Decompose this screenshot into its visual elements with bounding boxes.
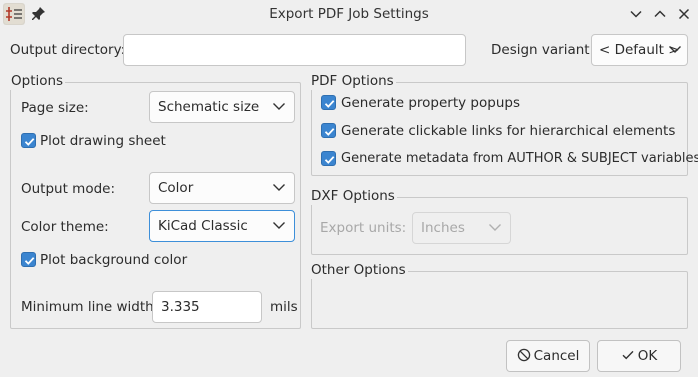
other-options-group	[311, 271, 688, 329]
output-mode-label: Output mode:	[21, 181, 116, 197]
export-units-select[interactable]: Inches	[412, 212, 511, 244]
chevron-down-icon	[273, 222, 285, 229]
export-units-label: Export units:	[320, 220, 407, 236]
property-popups-label[interactable]: Generate property popups	[341, 94, 520, 112]
chevron-down-icon[interactable]	[627, 5, 645, 23]
design-variant-label: Design variant:	[491, 42, 595, 58]
cancel-button[interactable]: Cancel	[506, 340, 590, 372]
export-units-value: Inches	[421, 220, 465, 236]
clickable-links-checkbox[interactable]	[321, 123, 336, 138]
output-directory-input[interactable]	[123, 34, 466, 66]
chevron-down-icon	[273, 184, 285, 191]
page-size-label: Page size:	[21, 100, 89, 116]
plot-drawing-sheet-checkbox[interactable]	[21, 133, 36, 148]
min-line-width-label: Minimum line width:	[21, 299, 159, 315]
color-theme-value: KiCad Classic	[158, 218, 248, 234]
chevron-down-icon	[669, 46, 681, 53]
page-size-value: Schematic size	[158, 99, 260, 115]
property-popups-checkbox[interactable]	[321, 95, 336, 110]
plot-background-color-label[interactable]: Plot background color	[40, 251, 187, 269]
close-icon[interactable]	[675, 5, 693, 23]
color-theme-label: Color theme:	[21, 219, 109, 235]
color-theme-select[interactable]: KiCad Classic	[149, 210, 295, 242]
chevron-down-icon	[273, 103, 285, 110]
checkmark-icon	[622, 350, 634, 360]
ok-button[interactable]: OK	[597, 340, 681, 372]
output-mode-select[interactable]: Color	[149, 172, 295, 204]
plot-drawing-sheet-label[interactable]: Plot drawing sheet	[40, 132, 166, 150]
metadata-checkbox[interactable]	[321, 151, 336, 166]
dxf-options-group-title: DXF Options	[309, 187, 397, 205]
output-directory-label: Output directory:	[10, 42, 126, 58]
cancel-icon	[517, 348, 530, 362]
window-title: Export PDF Job Settings	[269, 6, 429, 22]
options-group-title: Options	[9, 72, 66, 90]
clickable-links-label[interactable]: Generate clickable links for hierarchica…	[341, 122, 675, 140]
output-mode-value: Color	[158, 180, 194, 196]
page-size-select[interactable]: Schematic size	[149, 91, 295, 123]
cancel-button-label: Cancel	[533, 348, 580, 364]
ok-button-label: OK	[637, 348, 658, 364]
pdf-options-group-title: PDF Options	[309, 72, 396, 90]
chevron-down-icon	[489, 224, 501, 231]
design-variant-select[interactable]: < Default >	[591, 34, 688, 66]
min-line-width-input[interactable]: 3.335	[152, 291, 262, 323]
metadata-label[interactable]: Generate metadata from AUTHOR & SUBJECT …	[341, 150, 698, 168]
min-line-width-unit: mils	[270, 299, 298, 315]
plot-background-color-checkbox[interactable]	[21, 252, 36, 267]
other-options-group-title: Other Options	[309, 261, 408, 279]
chevron-up-icon[interactable]	[651, 5, 669, 23]
